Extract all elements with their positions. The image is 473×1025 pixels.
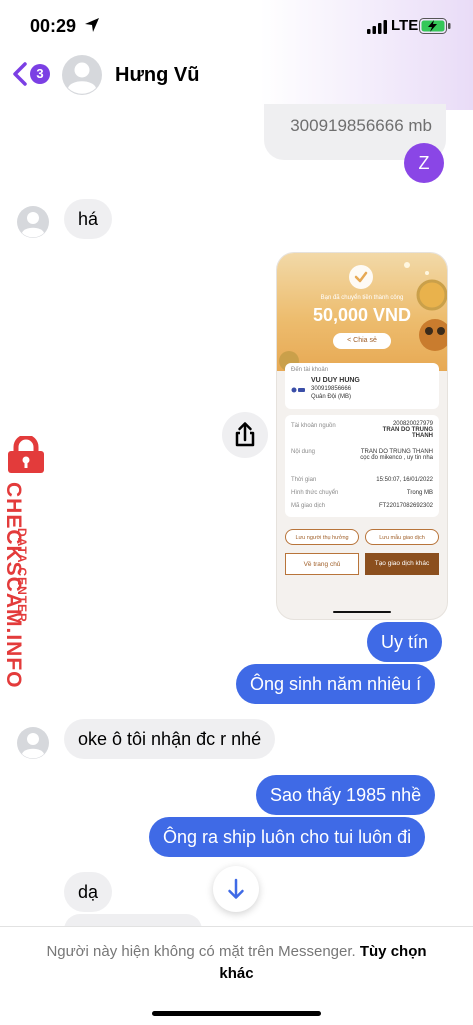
recipient-bank: Quân Đội (MB) [311,394,352,400]
unread-badge: 3 [30,64,50,84]
location-arrow-icon [85,18,99,32]
save-recipient-button: Lưu người thụ hưởng [285,529,359,545]
transfer-receipt-image[interactable]: Bạn đã chuyển tiền thành công 50,000 VND… [276,252,448,620]
message-incoming[interactable]: dạ [64,872,113,912]
message-outgoing[interactable]: Ông sinh năm nhiêu í [236,664,436,704]
share-button[interactable] [222,412,268,458]
source-label: Tài khoản nguồn [291,423,336,429]
share-icon [235,422,255,447]
txn-value: FT22017082692302 [378,503,433,509]
home-button: Về trang chủ [285,553,359,575]
to-label: Đến tài khoản [291,367,329,373]
status-time: 00:29 [30,16,77,36]
recipient-name: VU DUY HUNG [311,377,360,384]
message-outgoing[interactable]: Uy tín [367,622,443,662]
footer-text: Người này hiện không có mặt trên Messeng… [40,941,433,985]
home-indicator[interactable] [152,1011,321,1016]
source-name: TRAN DO TRUNG THANH [382,427,433,439]
method-value: Trong MB [406,490,433,496]
chevron-left-icon[interactable] [12,62,28,86]
receipt-home-indicator [333,611,391,613]
footer-notice: Người này hiện không có mặt trên Messeng… [0,926,473,1025]
receipt-subtitle: Bạn đã chuyển tiền thành công [320,295,404,301]
receipt-amount: 50,000 VND [312,305,412,325]
network-type: LTE [391,17,419,34]
footer-notice-text: Người này hiện không có mặt trên Messeng… [46,943,356,960]
lock-icon [8,436,44,473]
txn-label: Mã giao dịch [291,503,326,509]
signal-bars-icon [367,20,387,34]
watermark-checkscam: CHECKSCAM.INFO [2,482,25,689]
receipt-share-button: < Chia sẻ [333,333,391,349]
message-incoming[interactable]: há [64,199,113,239]
recipient-card: Đến tài khoản VU DUY HUNG 300919856666 Q… [285,363,439,409]
time-value: 15:50:07, 16/01/2022 [376,477,433,483]
check-icon [349,265,373,289]
recipient-account: 300919856666 [311,386,352,392]
reaction-avatar: Z [404,143,444,183]
contact-name[interactable]: Hưng Vũ [115,64,199,87]
content-label: Nội dung [291,449,316,455]
details-card: Tài khoản nguồn 200820027979 TRAN DO TRU… [285,415,439,517]
method-label: Hình thức chuyển [291,490,339,496]
arrow-down-icon [228,878,244,899]
status-bar: 00:29 LTE [0,0,473,50]
battery-charging-icon [419,18,451,34]
new-transaction-button: Tạo giao dịch khác [365,553,439,575]
avatar [17,727,49,759]
receipt-banner: Bạn đã chuyển tiền thành công 50,000 VND… [277,253,447,371]
message-incoming[interactable]: oke ô tôi nhận đc r nhé [64,719,276,759]
message-outgoing[interactable]: Ông ra ship luôn cho tui luôn đi [149,817,426,857]
avatar[interactable] [62,55,102,95]
time-label: Thời gian [291,477,317,483]
chat-header: 3 Hưng Vũ [0,50,473,102]
save-template-button: Lưu mẫu giao dịch [365,529,439,545]
content-value: TRAN DO TRUNG THANH cọc đo mikenco , uy … [360,449,433,461]
avatar [17,206,49,238]
receipt-share-label: Chia sẻ [353,337,377,344]
message-outgoing[interactable]: Sao thấy 1985 nhề [256,775,436,815]
mb-bank-logo [291,387,305,393]
scroll-to-bottom-button[interactable] [213,866,259,912]
